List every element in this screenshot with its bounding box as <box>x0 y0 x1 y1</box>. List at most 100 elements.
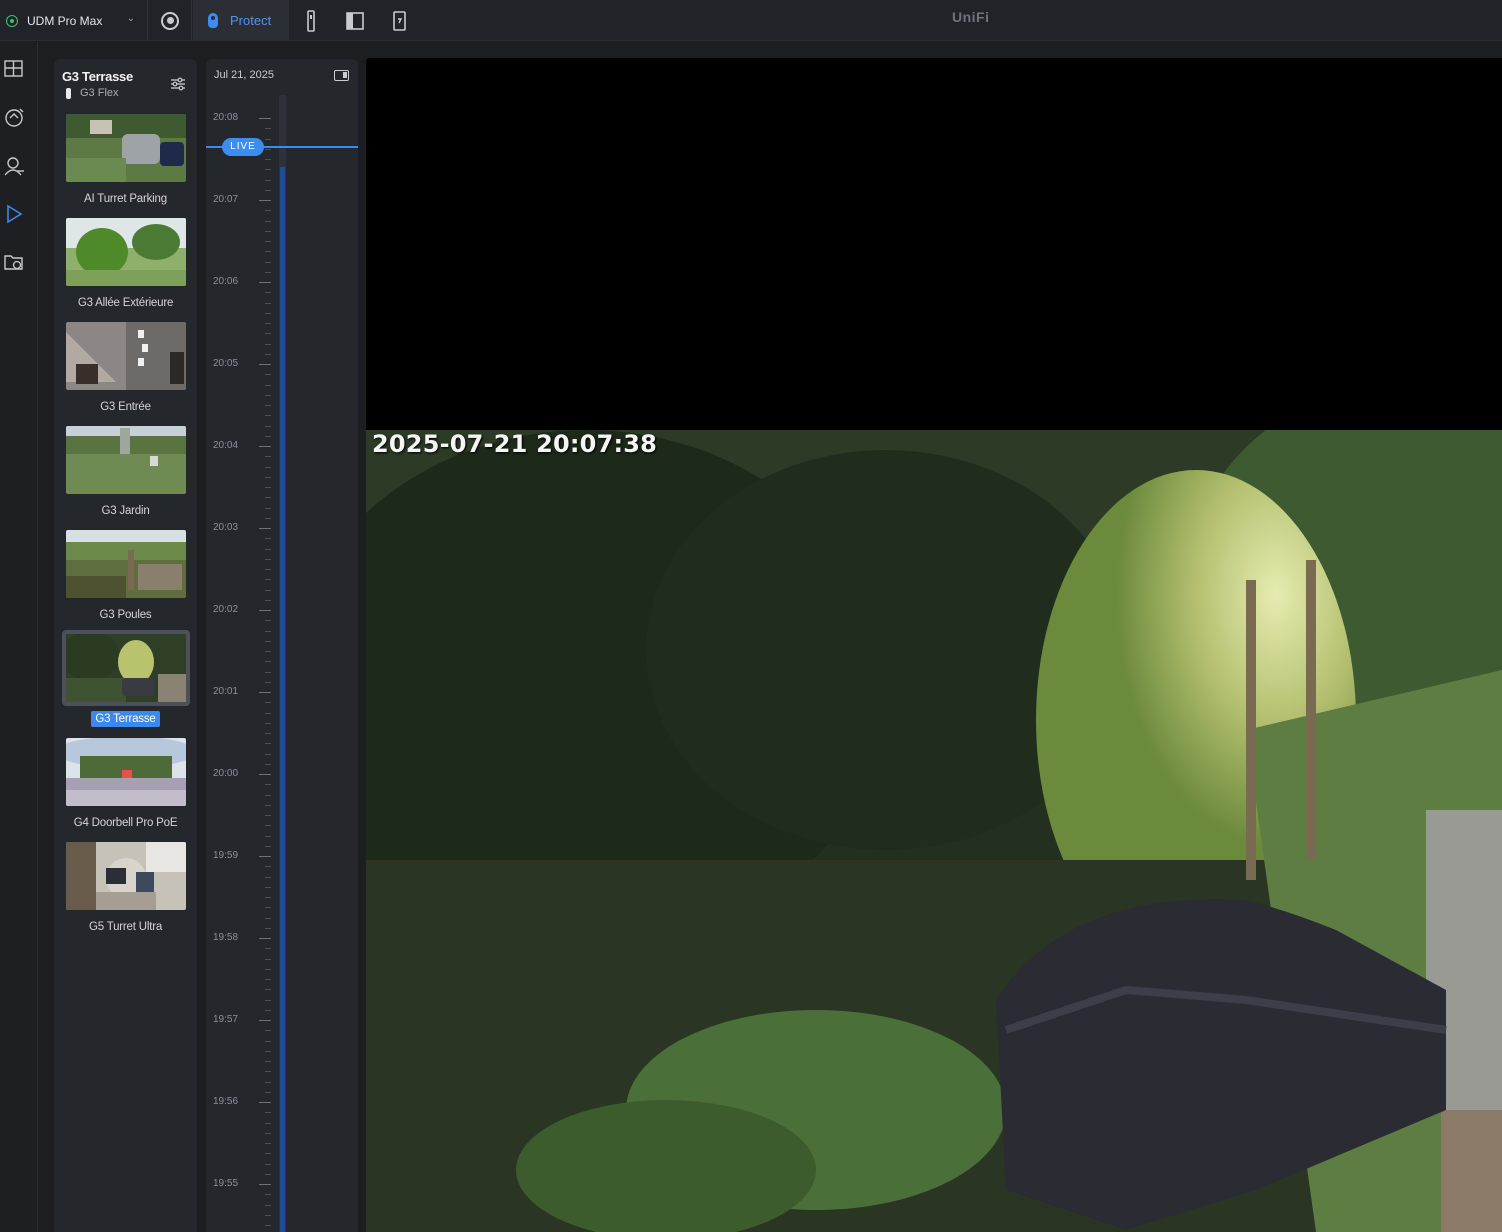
camera-name[interactable]: G3 Entrée <box>54 401 197 413</box>
camera-thumbnail[interactable] <box>66 842 186 910</box>
console-selector[interactable]: UDM Pro Max ⌄ <box>0 0 148 41</box>
timeline-minor-tick <box>265 795 271 796</box>
camera-model-label: G3 Flex <box>80 87 119 99</box>
timeline-time-label: 20:02 <box>213 604 239 615</box>
timeline-minor-tick <box>265 569 271 570</box>
timeline-minor-tick <box>265 651 271 652</box>
timeline-minor-tick <box>265 1000 271 1001</box>
filter-settings-icon[interactable] <box>170 77 186 91</box>
timeline-minor-tick <box>265 1030 271 1031</box>
timeline-minor-tick <box>265 221 271 222</box>
protect-icon <box>208 13 218 28</box>
unifi-os-icon <box>161 11 179 30</box>
camera-list-panel: G3 Terrasse G3 Flex AI Turret Parking G3… <box>54 59 197 1232</box>
timeline-minor-tick <box>265 149 271 150</box>
timeline-minor-tick <box>265 313 271 314</box>
timeline-time-label: 19:57 <box>213 1014 239 1025</box>
timeline-minor-tick <box>265 477 271 478</box>
top-bar: UDM Pro Max ⌄ Protect UniFi <box>0 0 1502 41</box>
timeline-panel: Jul 21, 2025 20:08 20:07 20:06 20:05 20:04 20… <box>206 59 358 1232</box>
timeline-time-label: 20:00 <box>213 768 239 779</box>
dashboard-grid-icon[interactable] <box>3 58 25 80</box>
timeline-time-label: 19:58 <box>213 932 239 943</box>
timeline-minor-tick <box>265 764 271 765</box>
playback-icon[interactable] <box>3 203 25 225</box>
timeline-minor-tick <box>265 456 271 457</box>
timeline-minor-tick <box>265 918 271 919</box>
camera-thumbnail[interactable] <box>66 114 186 182</box>
timeline-minor-tick <box>265 323 271 324</box>
timeline-major-tick <box>259 938 271 939</box>
timeline-minor-tick <box>265 303 271 304</box>
camera-thumbnail-selected[interactable] <box>62 630 190 706</box>
camera-thumbnail[interactable] <box>66 322 186 390</box>
timeline-minor-tick <box>265 805 271 806</box>
timeline-minor-tick <box>265 415 271 416</box>
timeline-minor-tick <box>265 979 271 980</box>
timeline-minor-tick <box>265 344 271 345</box>
timeline-minor-tick <box>265 549 271 550</box>
timeline-major-tick <box>259 610 271 611</box>
timeline-minor-tick <box>265 395 271 396</box>
camera-thumbnail[interactable] <box>66 218 186 286</box>
timeline-minor-tick <box>265 385 271 386</box>
unifi-logo: UniFi <box>952 9 990 25</box>
protect-app-tab[interactable]: Protect <box>193 0 289 41</box>
app-switcher-button[interactable] <box>149 0 192 41</box>
access-reader-icon <box>307 9 315 32</box>
timeline-minor-tick <box>265 231 271 232</box>
timeline-minor-tick <box>265 497 271 498</box>
timeline-minor-tick <box>265 374 271 375</box>
timeline-minor-tick <box>265 210 271 211</box>
timeline-minor-tick <box>265 713 271 714</box>
timeline-major-tick <box>259 1020 271 1021</box>
timeline-major-tick <box>259 856 271 857</box>
exports-folder-icon[interactable] <box>3 251 25 273</box>
live-badge[interactable]: LIVE <box>222 138 264 156</box>
camera-name[interactable]: G3 Allée Extérieure <box>54 297 197 309</box>
timeline-minor-tick <box>265 631 271 632</box>
video-player[interactable]: 2025-07-21 20:07:38 <box>366 58 1502 1232</box>
timeline-major-tick <box>259 282 271 283</box>
timeline-minor-tick <box>265 241 271 242</box>
camera-thumbnail[interactable] <box>66 426 186 494</box>
timeline-minor-tick <box>265 159 271 160</box>
timeline-minor-tick <box>265 702 271 703</box>
recording-bar[interactable] <box>280 167 285 1232</box>
camera-thumbnail[interactable] <box>66 530 186 598</box>
alarm-manager-icon[interactable] <box>3 106 25 128</box>
detections-icon[interactable] <box>3 155 25 177</box>
timeline-minor-tick <box>265 815 271 816</box>
panel-toggle-icon[interactable] <box>334 70 349 81</box>
timeline-minor-tick <box>265 846 271 847</box>
camera-name-selected[interactable]: G3 Terrasse <box>54 711 197 727</box>
connect-app-button[interactable] <box>387 0 411 41</box>
timeline-time-label: 20:05 <box>213 358 239 369</box>
camera-name[interactable]: G3 Poules <box>54 609 197 621</box>
timeline-time-label: 20:08 <box>213 112 239 123</box>
timeline-minor-tick <box>265 538 271 539</box>
timeline-minor-tick <box>265 190 271 191</box>
timeline-time-label: 20:03 <box>213 522 239 533</box>
timeline-minor-tick <box>265 262 271 263</box>
timeline-minor-tick <box>265 1092 271 1093</box>
camera-name[interactable]: G3 Jardin <box>54 505 197 517</box>
timeline-minor-tick <box>265 743 271 744</box>
timeline-minor-tick <box>265 897 271 898</box>
camera-name[interactable]: G4 Doorbell Pro PoE <box>54 817 197 829</box>
camera-name[interactable]: G5 Turret Ultra <box>54 921 197 933</box>
camera-name[interactable]: AI Turret Parking <box>54 193 197 205</box>
timeline-minor-tick <box>265 866 271 867</box>
timeline-minor-tick <box>265 426 271 427</box>
timeline-minor-tick <box>265 251 271 252</box>
timeline-minor-tick <box>265 928 271 929</box>
camera-model-icon <box>66 87 71 99</box>
camera-thumbnail[interactable] <box>66 738 186 806</box>
timeline-minor-tick <box>265 754 271 755</box>
protect-app-label: Protect <box>230 13 272 28</box>
timeline-minor-tick <box>265 405 271 406</box>
timeline-date[interactable]: Jul 21, 2025 <box>214 69 274 81</box>
talk-app-button[interactable] <box>343 0 367 41</box>
timeline-minor-tick <box>265 907 271 908</box>
access-app-button[interactable] <box>299 0 323 41</box>
